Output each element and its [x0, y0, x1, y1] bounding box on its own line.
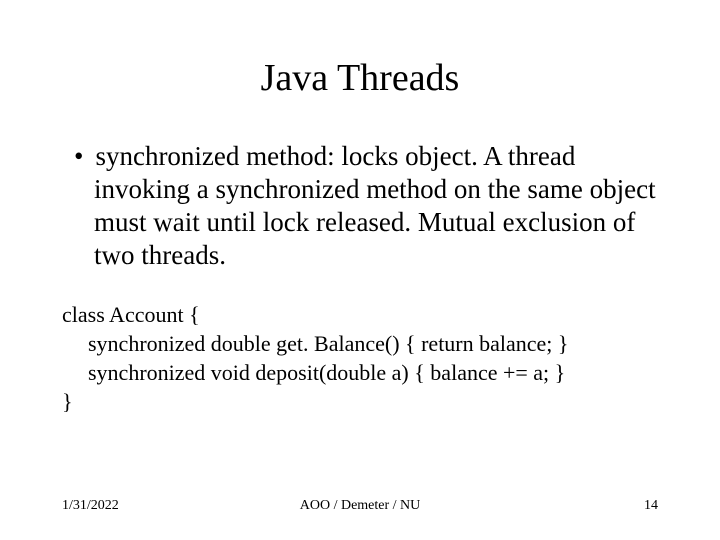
slide-footer: 1/31/2022 AOO / Demeter / NU 14	[0, 498, 720, 514]
code-line: class Account {	[62, 302, 200, 327]
bullet-item: synchronized method: locks object. A thr…	[74, 140, 658, 272]
bullet-list: synchronized method: locks object. A thr…	[62, 140, 658, 272]
code-line: synchronized void deposit(double a) { ba…	[62, 358, 658, 387]
code-block: class Account { synchronized double get.…	[62, 300, 658, 416]
slide: Java Threads synchronized method: locks …	[0, 0, 720, 540]
code-line: }	[62, 389, 73, 414]
slide-title: Java Threads	[62, 56, 658, 100]
code-line: synchronized double get. Balance() { ret…	[62, 329, 658, 358]
footer-center: AOO / Demeter / NU	[0, 498, 720, 514]
